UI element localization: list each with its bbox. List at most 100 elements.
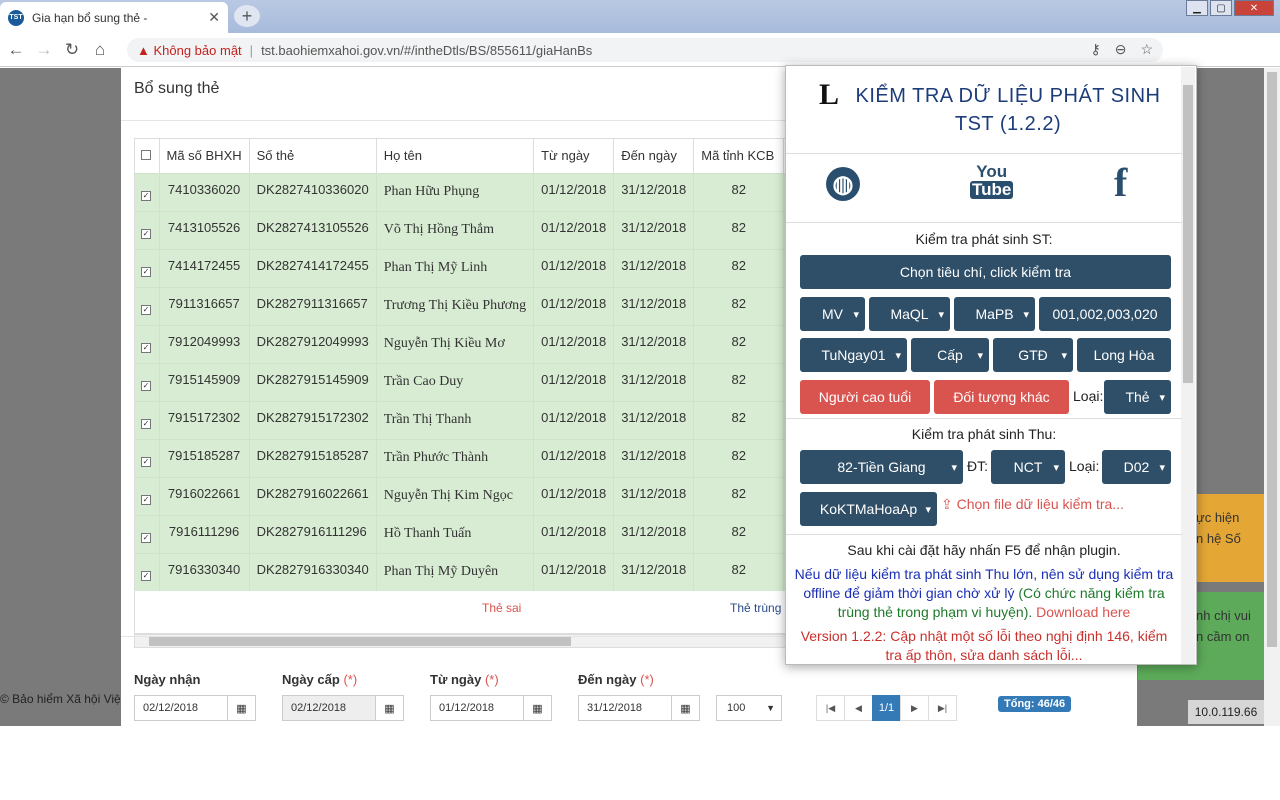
table-row[interactable]: ✓ 7915172302 DK2827915172302 Trần Thị Thanh… bbox=[135, 400, 829, 439]
table-row[interactable]: ✓ 7413105526 DK2827413105526 Võ Thị Hồng Th… bbox=[135, 210, 829, 249]
table-row[interactable]: ✓ 7916111296 DK2827916111296 Hồ Thanh Tuấn 0… bbox=[135, 514, 829, 553]
page-size-select[interactable]: 100 ▼ bbox=[716, 695, 782, 721]
notice-text: ực hiện bbox=[1196, 510, 1240, 525]
row-checkbox[interactable]: ✓ bbox=[135, 438, 160, 477]
cap-select[interactable]: Cấp bbox=[911, 338, 989, 372]
ko-kt-select[interactable]: KoKTMaHoaAp bbox=[800, 492, 937, 526]
choose-file-link[interactable]: ⇪ Chọn file dữ liệu kiểm tra... bbox=[941, 496, 1124, 513]
calendar-icon[interactable]: ▦ bbox=[375, 696, 403, 720]
row-checkbox[interactable]: ✓ bbox=[135, 324, 160, 363]
zoom-icon[interactable]: ⊖ bbox=[1115, 41, 1127, 58]
current-page[interactable]: 1/1 bbox=[872, 695, 901, 721]
home-icon[interactable]: ⌂ bbox=[86, 40, 114, 60]
column-header[interactable]: Họ tên bbox=[376, 139, 535, 173]
popup-scrollbar[interactable] bbox=[1181, 67, 1195, 664]
table-row[interactable]: ✓ 7916330340 DK2827916330340 Phan Thị Mỹ Du… bbox=[135, 552, 829, 591]
calendar-icon[interactable]: ▦ bbox=[671, 696, 699, 720]
loai-select[interactable]: Thẻ bbox=[1104, 380, 1171, 414]
row-checkbox[interactable]: ✓ bbox=[135, 172, 160, 211]
table-row[interactable]: ✓ 7912049993 DK2827912049993 Nguyễn Thị Kiề… bbox=[135, 324, 829, 363]
tungay-select[interactable]: TuNgay01 bbox=[800, 338, 907, 372]
maql-select[interactable]: MaQL bbox=[869, 297, 950, 331]
elderly-button[interactable]: Người cao tuổi bbox=[800, 380, 930, 414]
table-cell: 7915185287 bbox=[159, 438, 250, 477]
table-cell: 31/12/2018 bbox=[613, 172, 695, 211]
download-link[interactable]: Download here bbox=[1036, 604, 1130, 620]
new-tab-button[interactable]: + bbox=[234, 5, 260, 27]
province-select[interactable]: 82-Tiền Giang bbox=[800, 450, 963, 484]
table-cell: DK2827916330340 bbox=[249, 552, 377, 591]
youtube-icon[interactable]: You Tube bbox=[970, 163, 1014, 199]
maximize-button[interactable]: ▢ bbox=[1210, 0, 1232, 16]
bookmark-star-icon[interactable]: ☆ bbox=[1140, 41, 1153, 58]
gtd-select[interactable]: GTĐ bbox=[993, 338, 1073, 372]
duplicate-card-link[interactable]: Thẻ trùng bbox=[730, 601, 781, 615]
popup-title: KIỂM TRA DỮ LIỆU PHÁT SINH TST (1.2.2) bbox=[855, 85, 1161, 135]
row-checkbox[interactable]: ✓ bbox=[135, 476, 160, 515]
warning-icon: ▲ bbox=[137, 42, 154, 58]
table-cell: DK2827915172302 bbox=[249, 400, 377, 439]
ngay-nhan-input[interactable]: 02/12/2018 ▦ bbox=[134, 695, 256, 721]
row-checkbox[interactable]: ✓ bbox=[135, 210, 160, 249]
column-header[interactable]: Đến ngày bbox=[613, 139, 695, 173]
mv-select[interactable]: MV bbox=[800, 297, 865, 331]
ngay-cap-input[interactable]: 02/12/2018 ▦ bbox=[282, 695, 404, 721]
table-row[interactable]: ✓ 7915185287 DK2827915185287 Trần Phước Thà… bbox=[135, 438, 829, 477]
row-checkbox[interactable]: ✓ bbox=[135, 362, 160, 401]
key-icon[interactable]: ⚷ bbox=[1090, 41, 1100, 58]
prev-page-button[interactable]: ◀ bbox=[844, 695, 873, 721]
back-icon[interactable]: ← bbox=[2, 40, 30, 60]
calendar-icon[interactable]: ▦ bbox=[227, 696, 255, 720]
dt-select[interactable]: NCT bbox=[991, 450, 1065, 484]
browser-tab[interactable]: TST Gia hạn bổ sung thẻ - ✕ bbox=[0, 2, 228, 33]
next-page-button[interactable]: ▶ bbox=[900, 695, 929, 721]
table-row[interactable]: ✓ 7915145909 DK2827915145909 Trần Cao Duy 01… bbox=[135, 362, 829, 401]
codes-input[interactable]: 001,002,003,020 bbox=[1039, 297, 1171, 331]
column-header[interactable]: Mã tỉnh KCB bbox=[693, 139, 785, 173]
table-row[interactable]: ✓ 7414172455 DK2827414172455 Phan Thị Mỹ Li… bbox=[135, 248, 829, 287]
row-checkbox[interactable]: ✓ bbox=[135, 514, 160, 553]
table-cell: DK2827413105526 bbox=[249, 210, 377, 249]
reload-icon[interactable]: ↻ bbox=[58, 40, 86, 60]
first-page-button[interactable]: |◀ bbox=[816, 695, 845, 721]
wrong-card-link[interactable]: Thẻ sai bbox=[482, 601, 521, 615]
tab-close-icon[interactable]: ✕ bbox=[208, 9, 220, 26]
check-criteria-button[interactable]: Chọn tiêu chí, click kiểm tra bbox=[800, 255, 1171, 289]
table-cell: 82 bbox=[693, 438, 785, 477]
row-checkbox[interactable]: ✓ bbox=[135, 286, 160, 325]
select-all-checkbox[interactable] bbox=[135, 139, 160, 173]
omnibox[interactable]: ▲ Không bảo mật | tst.baohiemxahoi.gov.v… bbox=[127, 38, 1163, 62]
table-row[interactable]: ✓ 7911316657 DK2827911316657 Trương Thị Kiề… bbox=[135, 286, 829, 325]
table-row[interactable]: ✓ 7410336020 DK2827410336020 Phan Hữu Phụng… bbox=[135, 172, 829, 211]
den-ngay-input[interactable]: 31/12/2018 ▦ bbox=[578, 695, 700, 721]
table-row[interactable]: ✓ 7916022661 DK2827916022661 Nguyễn Thị Kim… bbox=[135, 476, 829, 515]
window-controls: ▁ ▢ ✕ bbox=[1186, 0, 1274, 16]
mapb-select[interactable]: MaPB bbox=[954, 297, 1035, 331]
close-window-button[interactable]: ✕ bbox=[1234, 0, 1274, 16]
table-cell: 82 bbox=[693, 514, 785, 553]
row-checkbox[interactable]: ✓ bbox=[135, 400, 160, 439]
column-header[interactable]: Số thẻ bbox=[249, 139, 377, 173]
table-cell: DK2827915185287 bbox=[249, 438, 377, 477]
globe-icon[interactable]: ◍ bbox=[826, 167, 860, 201]
row-checkbox[interactable]: ✓ bbox=[135, 552, 160, 591]
ngay-nhan-label: Ngày nhận bbox=[134, 672, 201, 687]
column-header[interactable]: Mã số BHXH bbox=[159, 139, 250, 173]
loai2-select[interactable]: D02 bbox=[1102, 450, 1171, 484]
last-page-button[interactable]: ▶| bbox=[928, 695, 957, 721]
minimize-button[interactable]: ▁ bbox=[1186, 0, 1208, 16]
table-cell: 7911316657 bbox=[159, 286, 250, 325]
place-button[interactable]: Long Hòa bbox=[1077, 338, 1171, 372]
table-cell: DK2827916111296 bbox=[249, 514, 377, 553]
table-cell: Trần Cao Duy bbox=[376, 362, 535, 401]
page-scrollbar[interactable] bbox=[1264, 68, 1280, 726]
calendar-icon[interactable]: ▦ bbox=[523, 696, 551, 720]
facebook-icon[interactable]: f bbox=[1114, 159, 1127, 206]
table-cell: DK2827911316657 bbox=[249, 286, 377, 325]
tu-ngay-input[interactable]: 01/12/2018 ▦ bbox=[430, 695, 552, 721]
forward-icon[interactable]: → bbox=[30, 40, 58, 60]
other-object-button[interactable]: Đối tượng khác bbox=[934, 380, 1069, 414]
column-header[interactable]: Từ ngày bbox=[533, 139, 615, 173]
table-cell: 31/12/2018 bbox=[613, 286, 695, 325]
row-checkbox[interactable]: ✓ bbox=[135, 248, 160, 287]
